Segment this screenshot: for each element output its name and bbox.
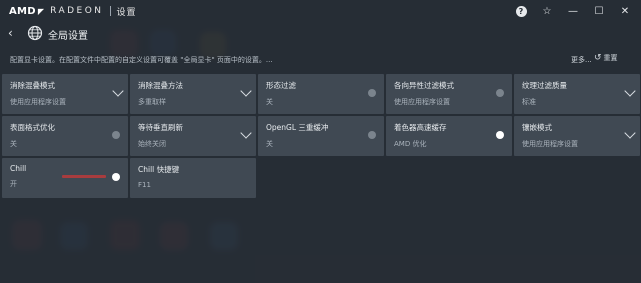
setting-tile[interactable]: 各向异性过滤模式 使用应用程序设置 xyxy=(386,74,512,114)
setting-label: 等待垂直刷新 xyxy=(138,123,183,132)
toggle-off-icon[interactable] xyxy=(368,131,376,139)
setting-tile[interactable]: 纹理过滤质量 标准 xyxy=(514,74,640,114)
app-section: 设置 xyxy=(116,7,137,18)
setting-label: 形态过滤 xyxy=(266,81,296,90)
setting-label: 纹理过滤质量 xyxy=(522,81,567,90)
setting-label: Chill xyxy=(10,164,27,173)
setting-tile[interactable]: 表面格式优化 关 xyxy=(2,116,128,156)
setting-value: 关 xyxy=(266,98,273,106)
setting-label: 各向异性过滤模式 xyxy=(394,81,454,90)
title-bar: AMD ◤ RADEON 设置 ? ☆ — ☐ ✕ xyxy=(0,0,641,22)
maximize-button[interactable]: ☐ xyxy=(591,3,607,19)
more-button[interactable]: 更多... xyxy=(571,55,592,65)
help-icon: ? xyxy=(515,5,527,17)
setting-tile[interactable]: 消除混叠模式 使用应用程序设置 xyxy=(2,74,128,114)
setting-tile[interactable]: 形态过滤 关 xyxy=(258,74,384,114)
setting-label: Chill 快捷键 xyxy=(138,165,180,174)
setting-tile[interactable]: 着色器高速缓存 AMD 优化 xyxy=(386,116,512,156)
close-button[interactable]: ✕ xyxy=(617,3,633,19)
setting-value: 开 xyxy=(10,180,17,188)
setting-tile-chill[interactable]: Chill 开 xyxy=(2,158,128,198)
back-button[interactable]: ‹ xyxy=(8,26,13,40)
setting-value: 关 xyxy=(10,140,17,148)
help-button[interactable]: ? xyxy=(513,3,529,19)
setting-tile[interactable]: 消除混叠方法 多重取样 xyxy=(130,74,256,114)
toggle-off-icon[interactable] xyxy=(496,89,504,97)
toggle-off-icon[interactable] xyxy=(368,89,376,97)
page-description: 配置显卡设置。在配置文件中配置的自定义设置可覆盖 "全局显卡" 页面中的设置。.… xyxy=(10,56,273,64)
setting-value: 标准 xyxy=(522,98,536,106)
setting-value: 多重取样 xyxy=(138,98,166,106)
setting-tile[interactable]: OpenGL 三重缓冲 关 xyxy=(258,116,384,156)
toggle-on-icon[interactable] xyxy=(496,131,504,139)
page-title: 全局设置 xyxy=(48,31,88,42)
reset-button[interactable]: ↺ 重置 xyxy=(594,53,618,63)
page-header: ‹ 全局设置 xyxy=(0,22,641,46)
setting-tile-chill-hotkey[interactable]: Chill 快捷键 F11 xyxy=(130,158,256,198)
setting-value: 使用应用程序设置 xyxy=(10,98,66,106)
toggle-off-icon[interactable] xyxy=(112,131,120,139)
setting-value: F11 xyxy=(138,181,151,189)
setting-tile[interactable]: 镶嵌模式 使用应用程序设置 xyxy=(514,116,640,156)
favorite-icon[interactable]: ☆ xyxy=(539,3,555,19)
globe-icon xyxy=(27,25,43,41)
minimize-button[interactable]: — xyxy=(565,3,581,19)
reset-icon: ↺ xyxy=(594,53,602,63)
setting-value: 关 xyxy=(266,140,273,148)
setting-label: 表面格式优化 xyxy=(10,123,55,132)
setting-value: 使用应用程序设置 xyxy=(394,98,450,106)
annotation-mark xyxy=(62,175,106,178)
setting-value: AMD 优化 xyxy=(394,140,427,148)
amd-logo: AMD xyxy=(9,5,36,17)
setting-label: OpenGL 三重缓冲 xyxy=(266,123,329,132)
setting-tile[interactable]: 等待垂直刷新 始终关闭 xyxy=(130,116,256,156)
setting-label: 着色器高速缓存 xyxy=(394,123,447,132)
amd-arrow-icon: ◤ xyxy=(37,6,45,16)
setting-label: 消除混叠方法 xyxy=(138,81,183,90)
toggle-on-icon[interactable] xyxy=(112,173,120,181)
window-controls: ? ☆ — ☐ ✕ xyxy=(513,3,633,19)
setting-value: 使用应用程序设置 xyxy=(522,140,578,148)
radeon-logo: RADEON xyxy=(50,6,104,16)
setting-value: 始终关闭 xyxy=(138,140,166,148)
setting-label: 镶嵌模式 xyxy=(522,123,552,132)
divider xyxy=(109,6,111,16)
reset-label: 重置 xyxy=(603,54,618,62)
setting-label: 消除混叠模式 xyxy=(10,81,55,90)
brand: AMD ◤ RADEON 设置 xyxy=(9,4,137,18)
